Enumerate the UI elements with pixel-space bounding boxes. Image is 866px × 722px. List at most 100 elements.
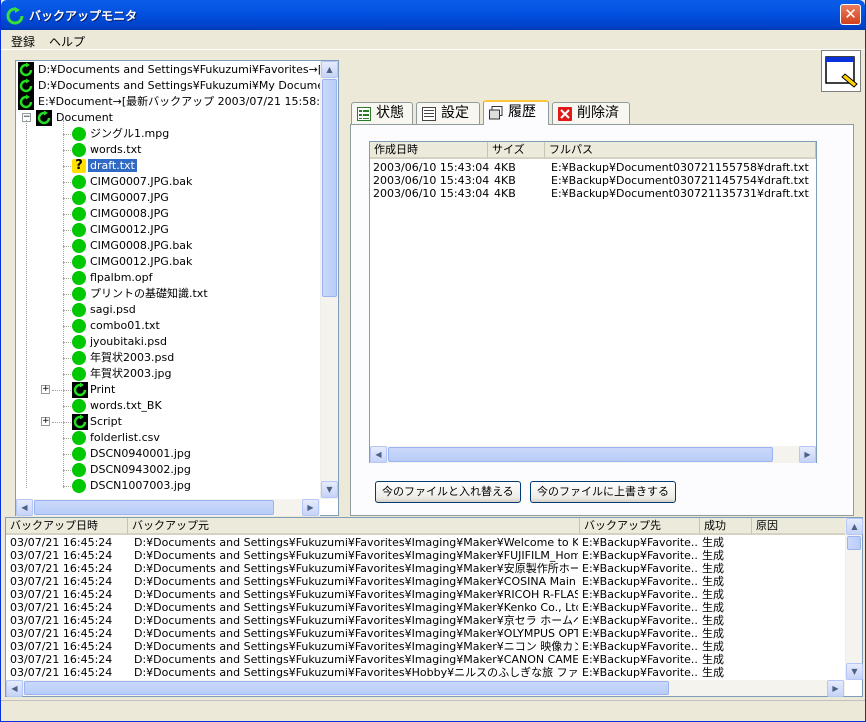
history-col-fullpath[interactable]: フルパス [545, 142, 816, 159]
log-source-cell[interactable]: D:¥Documents and Settings¥Fukuzumi¥Favor… [134, 588, 578, 601]
history-path-cell[interactable]: E:¥Backup¥Document030721155758¥draft.txt [551, 161, 809, 174]
tree-hscroll-thumb[interactable] [34, 500, 274, 515]
tree-file-item[interactable]: words.txt [72, 142, 143, 158]
tree-file-item[interactable]: CIMG0008.JPG.bak [72, 238, 194, 254]
log-destination-cell[interactable]: E:¥Backup¥Favorite... [582, 575, 698, 588]
log-scroll-thumb[interactable] [847, 536, 861, 550]
tree-root-item[interactable]: D:¥Documents and Settings¥Fukuzumi¥My Do… [18, 78, 322, 94]
log-success-cell[interactable]: 生成 [702, 666, 750, 679]
history-col-created[interactable]: 作成日時 [370, 142, 488, 159]
history-horizontal-scrollbar[interactable]: ◀ ▶ [370, 446, 816, 463]
log-destination-cell[interactable]: E:¥Backup¥Favorite... [582, 536, 698, 549]
log-destination-cell[interactable]: E:¥Backup¥Favorite... [582, 601, 698, 614]
tab-settings[interactable]: 設定 [416, 102, 480, 124]
expand-toggle-icon[interactable]: + [41, 385, 50, 394]
tab-history[interactable]: 履歴 [483, 100, 549, 125]
log-datetime-cell[interactable]: 03/07/21 16:45:24 [10, 549, 130, 562]
scroll-right-arrow-icon[interactable]: ▶ [827, 680, 844, 697]
log-datetime-cell[interactable]: 03/07/21 16:45:24 [10, 627, 130, 640]
tree-file-item[interactable]: flpalbm.opf [72, 270, 155, 286]
scroll-down-arrow-icon[interactable]: ▼ [846, 663, 863, 680]
log-reason-cell[interactable] [754, 627, 844, 640]
log-success-cell[interactable]: 生成 [702, 640, 750, 653]
history-created-cell[interactable]: 2003/06/10 15:43:04 [373, 161, 489, 174]
log-destination-cell[interactable]: E:¥Backup¥Favorite... [582, 562, 698, 575]
overwrite-current-file-button[interactable]: 今のファイルに上書きする [530, 481, 676, 503]
log-reason-cell[interactable] [754, 666, 844, 679]
log-source-cell[interactable]: D:¥Documents and Settings¥Fukuzumi¥Favor… [134, 666, 578, 679]
log-hscroll-thumb[interactable] [24, 681, 669, 695]
history-path-cell[interactable]: E:¥Backup¥Document030721145754¥draft.txt [551, 174, 809, 187]
history-created-cell[interactable]: 2003/06/10 15:43:04 [373, 174, 489, 187]
log-destination-cell[interactable]: E:¥Backup¥Favorite... [582, 627, 698, 640]
log-datetime-cell[interactable]: 03/07/21 16:45:24 [10, 640, 130, 653]
log-success-cell[interactable]: 生成 [702, 549, 750, 562]
log-success-cell[interactable]: 生成 [702, 627, 750, 640]
backup-log-list[interactable]: バックアップ日時 バックアップ元 バックアップ先 成功 原因 03/07/21 … [5, 517, 863, 697]
tree-file-item[interactable]: folderlist.csv [72, 430, 162, 446]
log-success-cell[interactable]: 生成 [702, 536, 750, 549]
log-datetime-cell[interactable]: 03/07/21 16:45:24 [10, 601, 130, 614]
history-created-cell[interactable]: 2003/06/10 15:43:04 [373, 187, 489, 200]
tree-file-item[interactable]: プリントの基礎知識.txt [72, 286, 210, 302]
log-col-success[interactable]: 成功 [700, 518, 752, 535]
tree-scroll-thumb[interactable] [322, 79, 337, 297]
tree-file-item[interactable]: words.txt_BK [72, 398, 164, 414]
log-reason-cell[interactable] [754, 562, 844, 575]
log-source-cell[interactable]: D:¥Documents and Settings¥Fukuzumi¥Favor… [134, 640, 578, 653]
tree-file-item[interactable]: combo01.txt [72, 318, 162, 334]
log-datetime-cell[interactable]: 03/07/21 16:45:24 [10, 588, 130, 601]
scroll-up-arrow-icon[interactable]: ▲ [321, 61, 338, 78]
log-source-cell[interactable]: D:¥Documents and Settings¥Fukuzumi¥Favor… [134, 653, 578, 666]
log-datetime-cell[interactable]: 03/07/21 16:45:24 [10, 536, 130, 549]
log-reason-cell[interactable] [754, 640, 844, 653]
tree-file-item[interactable]: CIMG0008.JPG [72, 206, 171, 222]
history-size-cell[interactable]: 4KB [494, 161, 516, 174]
log-source-cell[interactable]: D:¥Documents and Settings¥Fukuzumi¥Favor… [134, 601, 578, 614]
log-destination-cell[interactable]: E:¥Backup¥Favorite... [582, 549, 698, 562]
log-vertical-scrollbar[interactable]: ▲ ▼ [845, 518, 863, 680]
tree-file-item[interactable]: sagi.psd [72, 302, 138, 318]
tree-file-item[interactable]: jyoubitaki.psd [72, 334, 169, 350]
history-size-cell[interactable]: 4KB [494, 174, 516, 187]
log-col-datetime[interactable]: バックアップ日時 [6, 518, 128, 535]
log-success-cell[interactable]: 生成 [702, 614, 750, 627]
log-destination-cell[interactable]: E:¥Backup¥Favorite... [582, 666, 698, 679]
tree-horizontal-scrollbar[interactable]: ◀ ▶ [16, 499, 320, 516]
history-path-cell[interactable]: E:¥Backup¥Document030721135731¥draft.txt [551, 187, 809, 200]
scroll-left-arrow-icon[interactable]: ◀ [16, 499, 33, 516]
log-destination-cell[interactable]: E:¥Backup¥Favorite... [582, 614, 698, 627]
history-size-cell[interactable]: 4KB [494, 187, 516, 200]
log-success-cell[interactable]: 生成 [702, 653, 750, 666]
tree-folder-document[interactable]: Document [36, 110, 115, 126]
log-success-cell[interactable]: 生成 [702, 562, 750, 575]
log-reason-cell[interactable] [754, 549, 844, 562]
close-button[interactable]: ✕ [840, 4, 861, 25]
log-datetime-cell[interactable]: 03/07/21 16:45:24 [10, 575, 130, 588]
tree-root-item[interactable]: D:¥Documents and Settings¥Fukuzumi¥Favor… [18, 62, 322, 78]
log-reason-cell[interactable] [754, 653, 844, 666]
log-source-cell[interactable]: D:¥Documents and Settings¥Fukuzumi¥Favor… [134, 562, 578, 575]
scroll-up-arrow-icon[interactable]: ▲ [846, 518, 863, 535]
scroll-right-arrow-icon[interactable]: ▶ [799, 446, 816, 463]
tree-file-item[interactable]: ? draft.txt [72, 158, 137, 174]
log-destination-cell[interactable]: E:¥Backup¥Favorite... [582, 640, 698, 653]
log-reason-cell[interactable] [754, 588, 844, 601]
tree-file-item[interactable]: DSCN1007003.jpg [72, 478, 193, 494]
log-source-cell[interactable]: D:¥Documents and Settings¥Fukuzumi¥Favor… [134, 536, 578, 549]
log-destination-cell[interactable]: E:¥Backup¥Favorite... [582, 588, 698, 601]
tree-file-item[interactable]: Script [72, 414, 124, 430]
tree-file-item[interactable]: CIMG0012.JPG.bak [72, 254, 194, 270]
history-list[interactable]: 作成日時 サイズ フルパス 2003/06/10 15:43:04 4KB E:¥B… [369, 141, 817, 463]
log-col-reason[interactable]: 原因 [752, 518, 846, 535]
log-source-cell[interactable]: D:¥Documents and Settings¥Fukuzumi¥Favor… [134, 549, 578, 562]
tree-file-item[interactable]: CIMG0007.JPG [72, 190, 171, 206]
scroll-left-arrow-icon[interactable]: ◀ [370, 446, 387, 463]
window-tool-icon[interactable] [821, 50, 861, 92]
log-reason-cell[interactable] [754, 601, 844, 614]
log-source-cell[interactable]: D:¥Documents and Settings¥Fukuzumi¥Favor… [134, 627, 578, 640]
scroll-down-arrow-icon[interactable]: ▼ [321, 481, 338, 498]
title-bar[interactable]: バックアップモニタ ✕ [1, 0, 865, 30]
log-horizontal-scrollbar[interactable]: ◀ ▶ [6, 680, 845, 697]
log-success-cell[interactable]: 生成 [702, 601, 750, 614]
